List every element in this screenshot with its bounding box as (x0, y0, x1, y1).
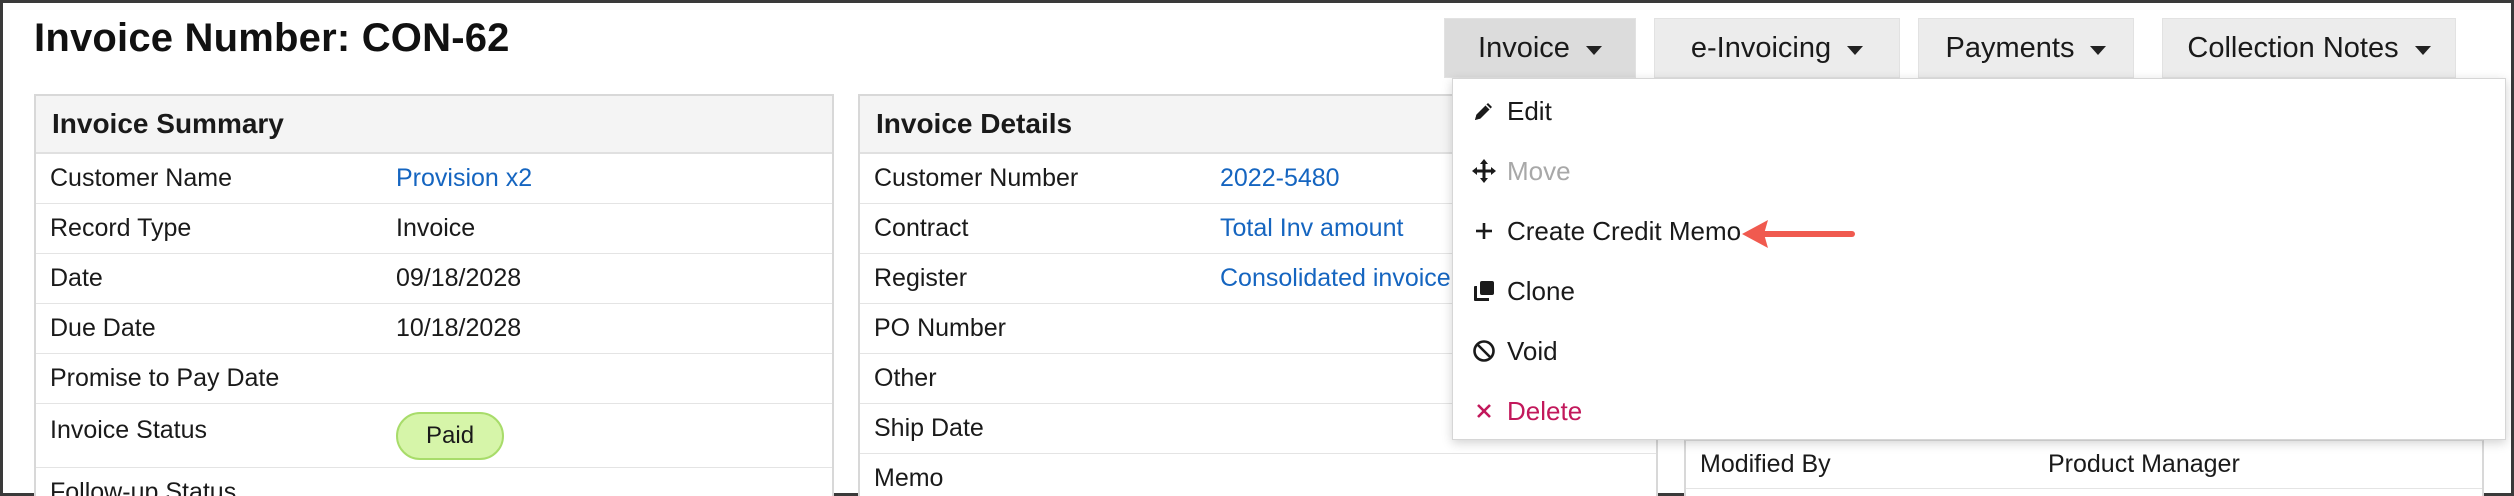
field-label: Contract (874, 214, 969, 242)
field-label: Date (50, 264, 103, 292)
invoice-summary-panel: Invoice Summary Customer Name Provision … (34, 94, 834, 496)
field-label: Invoice Status (50, 416, 208, 444)
menu-item-edit[interactable]: Edit (1471, 91, 1552, 131)
payments-menu-button[interactable]: Payments (1918, 18, 2134, 78)
table-row: Memo (860, 454, 1656, 496)
page-title: Invoice Number: CON-62 (34, 16, 510, 60)
field-label: Modified By (1700, 450, 1831, 478)
register-link[interactable]: Consolidated invoice (1220, 264, 1451, 293)
field-value: Invoice (396, 214, 476, 242)
menu-item-label: Edit (1507, 95, 1552, 126)
menu-item-label: Clone (1507, 275, 1575, 306)
field-label: Promise to Pay Date (50, 364, 280, 392)
field-label: Due Date (50, 314, 156, 342)
menu-item-label: Void (1507, 335, 1558, 366)
table-row: Follow-up Status (36, 468, 832, 496)
invoice-menu-button[interactable]: Invoice (1444, 18, 1636, 78)
table-row: Customer Name Provision x2 (36, 154, 832, 204)
collection-notes-menu-label: Collection Notes (2187, 31, 2399, 64)
move-icon (1471, 158, 1497, 184)
clone-icon (1471, 278, 1497, 304)
table-row: Invoice Status Paid (36, 404, 832, 468)
field-label: Record Type (50, 214, 192, 242)
menu-item-label: Create Credit Memo (1507, 215, 1742, 246)
pencil-icon (1471, 98, 1497, 124)
table-row: Record Type Invoice (36, 204, 832, 254)
menu-item-void[interactable]: Void (1471, 331, 1558, 371)
customer-name-link[interactable]: Provision x2 (396, 164, 532, 193)
plus-icon (1471, 218, 1497, 244)
collection-notes-menu-button[interactable]: Collection Notes (2162, 18, 2456, 78)
menu-item-create-credit-memo[interactable]: Create Credit Memo (1471, 211, 1741, 251)
field-value: Product Manager (2048, 450, 2240, 478)
table-row: Promise to Pay Date (36, 354, 832, 404)
field-label: Register (874, 264, 968, 292)
menu-item-label: Delete (1507, 395, 1583, 426)
x-icon (1471, 398, 1497, 424)
ban-icon (1471, 338, 1497, 364)
chevron-down-icon (1847, 45, 1864, 55)
status-badge: Paid (396, 412, 505, 460)
menu-item-move[interactable]: Move (1471, 151, 1571, 191)
record-info-panel: Modified By Product Manager (1684, 440, 2484, 496)
table-row: Date 09/18/2028 (36, 254, 832, 304)
field-value: 10/18/2028 (396, 314, 522, 342)
field-label: Customer Name (50, 164, 232, 192)
menu-item-label: Move (1507, 155, 1571, 186)
field-label: Memo (874, 464, 944, 492)
invoice-menu-label: Invoice (1478, 31, 1570, 64)
chevron-down-icon (2414, 45, 2431, 55)
annotation-arrow-icon (1742, 220, 1855, 248)
field-label: PO Number (874, 314, 1006, 342)
chevron-down-icon (1585, 45, 1602, 55)
menu-item-delete[interactable]: Delete (1471, 391, 1582, 431)
table-row: Due Date 10/18/2028 (36, 304, 832, 354)
table-row: Modified By Product Manager (1686, 441, 2482, 489)
contract-link[interactable]: Total Inv amount (1220, 214, 1403, 243)
invoice-summary-title: Invoice Summary (36, 96, 832, 154)
customer-number-link[interactable]: 2022-5480 (1220, 164, 1340, 193)
menu-item-clone[interactable]: Clone (1471, 271, 1575, 311)
einvoicing-menu-label: e-Invoicing (1690, 31, 1832, 64)
payments-menu-label: Payments (1945, 31, 2075, 64)
field-label: Customer Number (874, 164, 1079, 192)
field-label: Ship Date (874, 414, 984, 442)
einvoicing-menu-button[interactable]: e-Invoicing (1654, 18, 1900, 78)
field-label: Follow-up Status (50, 478, 237, 496)
chevron-down-icon (2090, 45, 2107, 55)
invoice-dropdown-menu: Edit Move Create Credit Memo Clone Void … (1452, 78, 2506, 440)
field-label: Other (874, 364, 937, 392)
field-value: 09/18/2028 (396, 264, 522, 292)
